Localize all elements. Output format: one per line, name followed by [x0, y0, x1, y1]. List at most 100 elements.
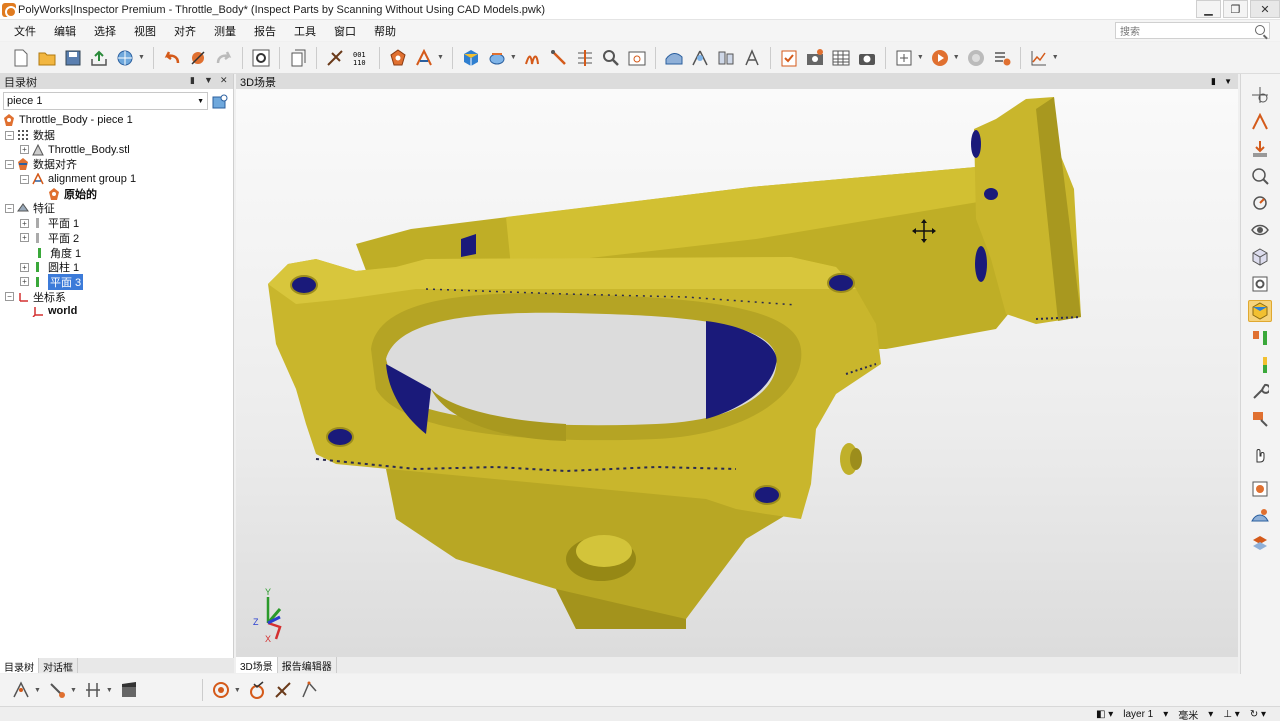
inspect-report-icon[interactable] [1248, 478, 1272, 500]
snapshot-report-icon[interactable] [804, 47, 826, 69]
piece-properties-button[interactable] [211, 93, 229, 111]
undo-list-icon[interactable] [187, 47, 209, 69]
close-button[interactable]: ✕ [1250, 0, 1280, 18]
feature-extract-icon[interactable] [82, 679, 104, 701]
hand-pointer-icon[interactable] [1248, 444, 1272, 466]
chevron-down-icon[interactable]: ▼ [106, 687, 113, 694]
expand-icon[interactable]: + [20, 262, 29, 272]
zoom-fit-icon[interactable] [1248, 84, 1272, 106]
chevron-down-icon[interactable]: ▼ [234, 687, 241, 694]
tree-item-cylinder-1[interactable]: + 圆柱 1 [0, 260, 233, 275]
expand-icon[interactable]: + [20, 233, 29, 243]
record-macro-icon[interactable] [965, 47, 987, 69]
chevron-down-icon[interactable]: ▼ [1224, 77, 1232, 86]
macro-list-icon[interactable] [991, 47, 1013, 69]
chevron-down-icon[interactable]: ▼ [204, 75, 213, 85]
eye-visibility-icon[interactable] [1248, 219, 1272, 241]
collapse-icon[interactable]: − [5, 130, 14, 140]
collapse-icon[interactable]: − [20, 174, 29, 184]
measure-line-icon[interactable] [548, 47, 570, 69]
tree-item-angle-1[interactable]: 角度 1 [0, 245, 233, 260]
menu-tools[interactable]: 工具 [294, 23, 325, 39]
layer-select[interactable]: layer 1 [1123, 709, 1153, 720]
macro-script-icon[interactable] [893, 47, 915, 69]
settings-icon[interactable] [1248, 273, 1272, 295]
surface-comparison-icon[interactable] [1248, 505, 1272, 527]
flush-gap-icon[interactable] [715, 47, 737, 69]
cross-section-icon[interactable] [574, 47, 596, 69]
expand-icon[interactable]: + [20, 218, 29, 228]
comment-pin-icon[interactable] [1248, 408, 1272, 430]
search-icon[interactable] [1255, 25, 1265, 35]
new-file-icon[interactable] [10, 47, 32, 69]
refresh-icon[interactable]: ↻ ▾ [1250, 709, 1266, 720]
rotate-view-icon[interactable] [1248, 192, 1272, 214]
web-globe-icon[interactable] [114, 47, 136, 69]
tree-item-original[interactable]: 原始的 [0, 186, 233, 201]
chevron-down-icon[interactable]: ▼ [197, 98, 204, 105]
chevron-down-icon[interactable]: ▼ [437, 54, 444, 61]
tab-3d-scene[interactable]: 3D场景 [236, 657, 278, 673]
view-panel-icon[interactable] [626, 47, 648, 69]
measure-device-icon[interactable] [272, 679, 294, 701]
tree-item-features[interactable]: − 特征 [0, 201, 233, 216]
document-template-icon[interactable] [287, 47, 309, 69]
pin-icon[interactable]: ▮ [1211, 76, 1216, 87]
chevron-down-icon[interactable]: ▼ [70, 687, 77, 694]
chevron-down-icon[interactable]: ▾ [1208, 709, 1213, 720]
tree-item-coordinate-systems[interactable]: − 坐标系 [0, 289, 233, 304]
alignment-tool-icon[interactable] [413, 47, 435, 69]
tab-report-editor[interactable]: 报告编辑器 [278, 657, 337, 673]
chevron-down-icon[interactable]: ▼ [510, 54, 517, 61]
menu-select[interactable]: 选择 [94, 23, 125, 39]
pick-alignment-icon[interactable] [1248, 111, 1272, 133]
table-icon[interactable] [830, 47, 852, 69]
tab-tree[interactable]: 目录树 [0, 658, 39, 674]
menu-view[interactable]: 视图 [134, 23, 165, 39]
check-target-icon[interactable] [246, 679, 268, 701]
color-scale-icon[interactable] [1248, 327, 1272, 349]
3d-viewport[interactable]: Z Y X [236, 89, 1238, 657]
alignment-points-icon[interactable] [10, 679, 32, 701]
expand-icon[interactable]: + [20, 277, 29, 287]
menu-help[interactable]: 帮助 [374, 23, 405, 39]
chart-plot-icon[interactable] [1028, 47, 1050, 69]
checklist-icon[interactable] [778, 47, 800, 69]
menu-align[interactable]: 对齐 [174, 23, 205, 39]
coordinate-icon[interactable]: ⊥ ▾ [1223, 709, 1240, 720]
tree-item-plane-3[interactable]: + 平面 3 [0, 273, 233, 290]
pin-icon[interactable]: ▮ [190, 75, 195, 86]
color-bar-icon[interactable] [1248, 354, 1272, 376]
close-panel-icon[interactable]: ✕ [220, 75, 228, 86]
comparison-icon[interactable] [486, 47, 508, 69]
cube-view-icon[interactable] [1248, 246, 1272, 268]
tree-item-plane-1[interactable]: + 平面 1 [0, 216, 233, 231]
search-input[interactable]: 搜索 [1115, 22, 1270, 39]
surface-profile-icon[interactable] [663, 47, 685, 69]
save-icon[interactable] [62, 47, 84, 69]
tree-item-alignment-group[interactable]: − alignment group 1 [0, 172, 233, 187]
tree-item-world[interactable]: world [0, 304, 233, 319]
gauge-angle-icon[interactable] [689, 47, 711, 69]
chevron-down-icon[interactable]: ▾ [1163, 709, 1168, 720]
drop-down-arrow-icon[interactable] [1248, 138, 1272, 160]
collapse-icon[interactable]: − [5, 292, 14, 302]
collapse-icon[interactable]: − [5, 159, 14, 169]
export-icon[interactable] [88, 47, 110, 69]
probe-icon[interactable] [324, 47, 346, 69]
digit-counter-icon[interactable]: 001 110 [350, 47, 372, 69]
tree-item-plane-2[interactable]: + 平面 2 [0, 231, 233, 246]
piece-object-icon[interactable] [387, 47, 409, 69]
angle-measure-icon[interactable] [298, 679, 320, 701]
scan-target-icon[interactable] [210, 679, 232, 701]
chevron-down-icon[interactable]: ▼ [953, 54, 960, 61]
clip-plane-icon[interactable] [1248, 532, 1272, 554]
settings-gear-icon[interactable] [250, 47, 272, 69]
color-map-cube-icon[interactable] [460, 47, 482, 69]
probe-tip-icon[interactable] [46, 679, 68, 701]
tree-item-data[interactable]: − 数据 [0, 128, 233, 143]
collapse-icon[interactable]: − [5, 203, 14, 213]
tab-dialog[interactable]: 对话框 [39, 658, 78, 674]
restore-button[interactable]: ❐ [1223, 0, 1248, 18]
menu-edit[interactable]: 编辑 [54, 23, 85, 39]
